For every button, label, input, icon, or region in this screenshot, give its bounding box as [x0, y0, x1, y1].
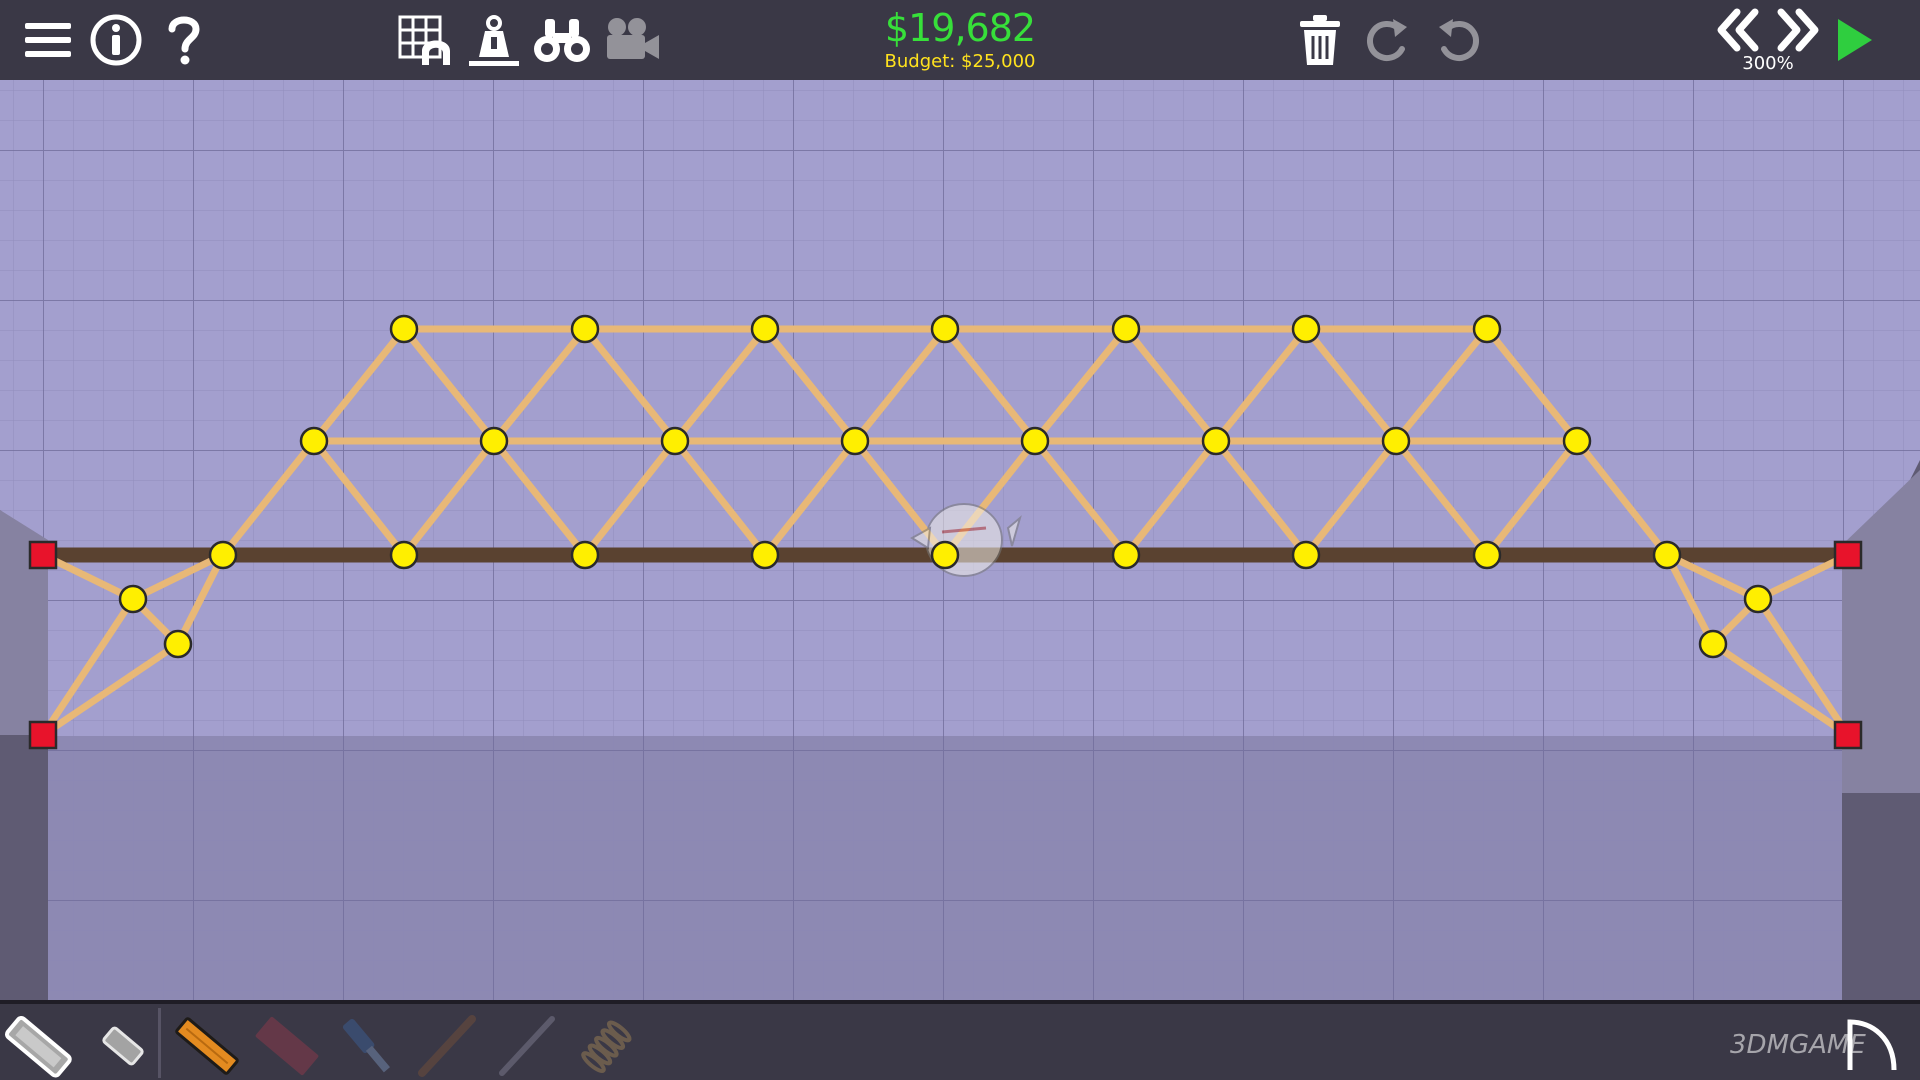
bridge-canvas[interactable] [0, 80, 1920, 1000]
camera-button[interactable] [600, 8, 664, 72]
undo-arrow-icon [1439, 19, 1479, 61]
top-toolbar: $19,682 Budget: $25,000 300% [0, 0, 1920, 80]
bridge-joint[interactable] [299, 426, 329, 456]
bridge-joint[interactable] [479, 426, 509, 456]
steel-beam-icon [255, 1016, 319, 1076]
bridge-joint[interactable] [1652, 540, 1682, 570]
help-button[interactable] [152, 8, 216, 72]
trash-can-icon [1300, 15, 1340, 65]
bridge-joint[interactable] [840, 426, 870, 456]
weight-button[interactable] [462, 8, 526, 72]
bridge-joint[interactable] [930, 314, 960, 344]
anchor-point[interactable] [28, 540, 58, 570]
bridge-joint[interactable] [1020, 426, 1050, 456]
video-camera-icon [607, 18, 659, 59]
watermark-text: 3DMGAME [1730, 1030, 1866, 1060]
sim-speed-label: 300% [1742, 53, 1794, 74]
budget-label: Budget: $25,000 [884, 51, 1036, 72]
redo-button[interactable] [1356, 8, 1420, 72]
cable-material-button[interactable] [492, 1012, 562, 1080]
bridge-joint[interactable] [570, 540, 600, 570]
binoculars-icon [534, 19, 590, 62]
grid-arch-icon [398, 15, 450, 65]
anchor-point[interactable] [28, 720, 58, 750]
bridge-joint[interactable] [1472, 314, 1502, 344]
question-mark-icon [168, 16, 200, 65]
rope-material-button[interactable] [412, 1012, 482, 1080]
bridge-joint[interactable] [118, 584, 148, 614]
toolbar-divider [158, 1008, 161, 1078]
bridge-joint[interactable] [750, 540, 780, 570]
steel-material-button[interactable] [252, 1012, 322, 1080]
bridge-joint[interactable] [163, 629, 193, 659]
bridge-joint[interactable] [660, 426, 690, 456]
menu-button[interactable] [16, 8, 80, 72]
bridge-joint[interactable] [1743, 584, 1773, 614]
double-chevron-left-icon [1717, 8, 1759, 52]
wood-beam-icon [175, 1017, 239, 1075]
reinforced-road-icon [102, 1026, 144, 1066]
anchor-point[interactable] [1833, 540, 1863, 570]
bridge-joint[interactable] [389, 314, 419, 344]
bridge-joint[interactable] [1698, 629, 1728, 659]
build-area[interactable] [0, 80, 1920, 1000]
bridge-joint[interactable] [1291, 314, 1321, 344]
play-triangle-icon [1838, 19, 1872, 61]
bridge-joint[interactable] [1472, 540, 1502, 570]
hydraulic-piston-icon [342, 1018, 390, 1073]
reinforced-road-button[interactable] [88, 1012, 158, 1080]
bridge-joint[interactable] [1381, 426, 1411, 456]
wood-material-button[interactable] [172, 1012, 242, 1080]
play-button[interactable] [1822, 8, 1886, 72]
material-toolbar [0, 1000, 1920, 1080]
spring-material-button[interactable] [572, 1012, 642, 1080]
info-button[interactable] [84, 8, 148, 72]
hydraulic-material-button[interactable] [332, 1012, 402, 1080]
bridge-joint[interactable] [750, 314, 780, 344]
hamburger-menu-icon [25, 23, 71, 57]
speed-up-button[interactable] [1766, 4, 1830, 56]
bridge-joint[interactable] [389, 540, 419, 570]
delete-button[interactable] [1288, 8, 1352, 72]
double-chevron-right-icon [1777, 8, 1819, 52]
undo-button[interactable] [1426, 8, 1490, 72]
slow-down-button[interactable] [1706, 4, 1770, 56]
road-piece-icon [4, 1015, 72, 1078]
grid-toggle-button[interactable] [394, 8, 458, 72]
bridge-joint[interactable] [1111, 540, 1141, 570]
weight-icon [469, 15, 519, 66]
bridge-joint[interactable] [570, 314, 600, 344]
bridge-joint[interactable] [1111, 314, 1141, 344]
bridge-joint[interactable] [1201, 426, 1231, 456]
redo-arrow-icon [1367, 19, 1407, 61]
anchor-point[interactable] [1833, 720, 1863, 750]
bridge-joint[interactable] [930, 540, 960, 570]
bridge-cost: $19,682 [884, 6, 1036, 50]
binoculars-button[interactable] [530, 8, 594, 72]
rope-icon [418, 1015, 476, 1077]
bridge-joint[interactable] [1291, 540, 1321, 570]
spring-icon [581, 1020, 632, 1073]
info-circle-icon [90, 14, 142, 66]
road-material-button[interactable] [4, 1012, 74, 1080]
bridge-joint[interactable] [1562, 426, 1592, 456]
bridge-joint[interactable] [208, 540, 238, 570]
cable-icon [499, 1016, 555, 1076]
